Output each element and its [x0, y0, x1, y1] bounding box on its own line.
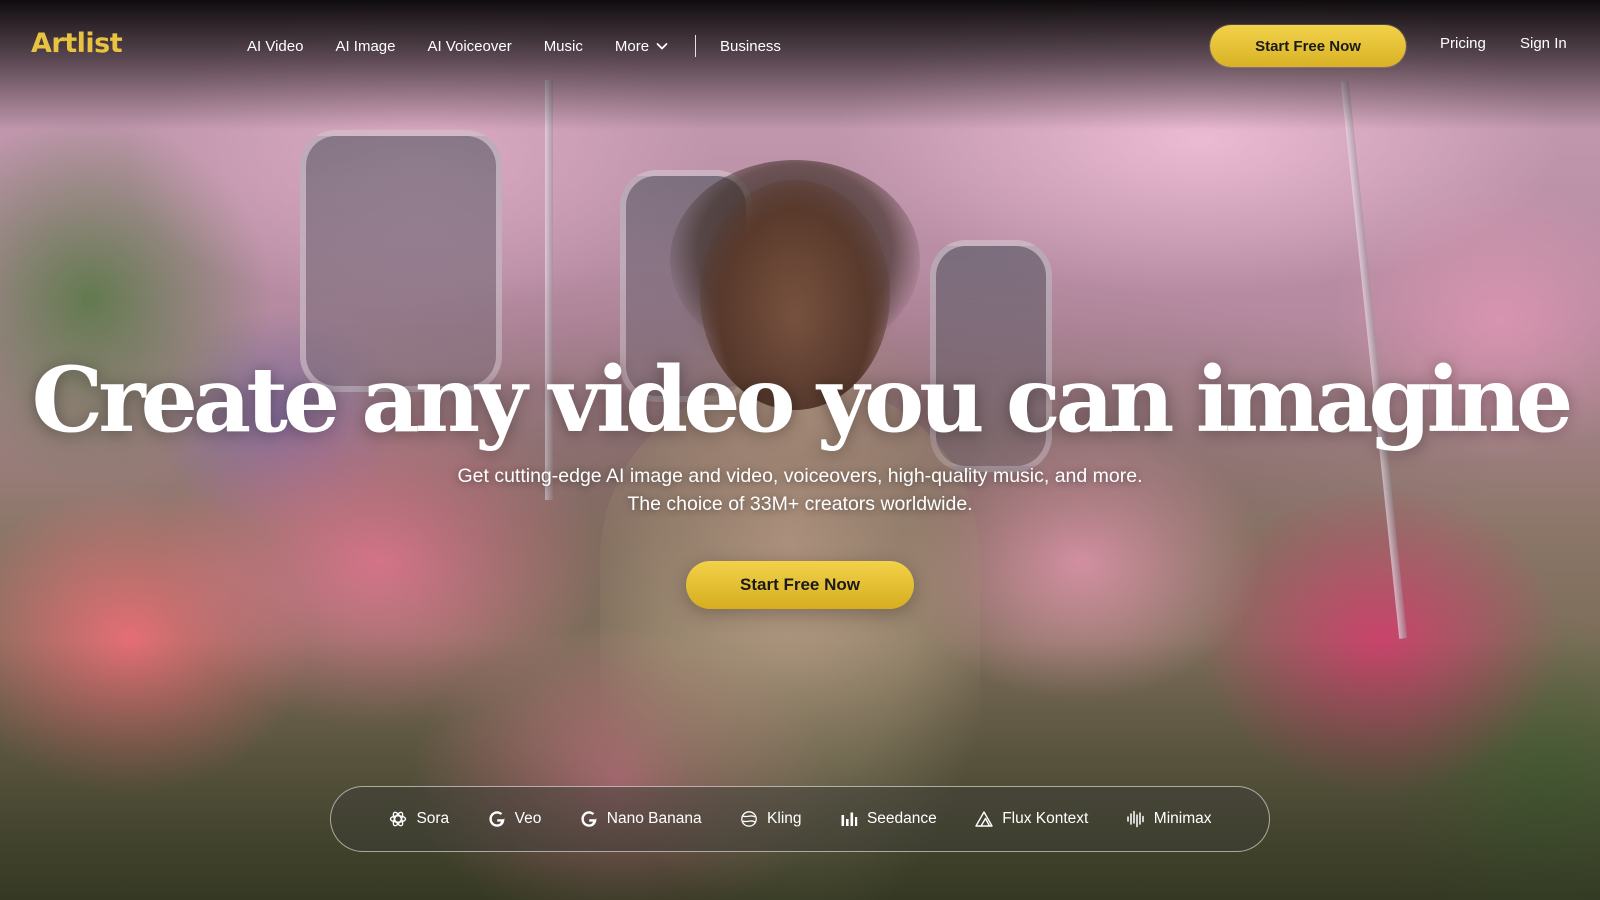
- hero-subtitle-line1: Get cutting-edge AI image and video, voi…: [457, 465, 1143, 487]
- model-veo[interactable]: Veo: [487, 809, 542, 829]
- google-g-icon: [581, 811, 597, 827]
- bar-chart-icon: [841, 812, 858, 826]
- model-label: Kling: [767, 810, 802, 827]
- google-g-icon: [489, 811, 505, 827]
- hero-subtitle-line2: The choice of 33M+ creators worldwide.: [627, 493, 973, 515]
- model-kling[interactable]: Kling: [739, 809, 802, 829]
- model-label: Veo: [514, 810, 542, 827]
- model-label: Seedance: [866, 810, 937, 827]
- model-seedance[interactable]: Seedance: [839, 809, 937, 829]
- hero-start-free-button[interactable]: Start Free Now: [686, 561, 914, 609]
- model-flux-kontext[interactable]: Flux Kontext: [974, 809, 1088, 829]
- artlist-logo[interactable]: Artlist: [31, 28, 123, 59]
- nav-link-ai-video[interactable]: AI Video: [247, 38, 303, 55]
- page: Artlist AI Video AI Image AI Voiceover M…: [0, 0, 1600, 900]
- nav-start-free-button[interactable]: Start Free Now: [1210, 25, 1406, 67]
- nav-link-more-label: More: [614, 37, 650, 55]
- triangle-icon: [975, 811, 993, 827]
- nav-link-ai-image[interactable]: AI Image: [335, 38, 395, 55]
- model-label: Flux Kontext: [1002, 810, 1089, 827]
- waveform-icon: [1127, 810, 1144, 828]
- ai-model-bar: Sora Veo Nano Banana Kling Seedance Flux…: [330, 786, 1270, 852]
- nav-link-ai-voiceover[interactable]: AI Voiceover: [427, 38, 511, 55]
- nav-link-pricing[interactable]: Pricing: [1440, 35, 1486, 52]
- hero-title: Create any video you can imagine: [31, 347, 1574, 453]
- nav-link-sign-in[interactable]: Sign In: [1520, 35, 1567, 52]
- model-label: Minimax: [1153, 810, 1212, 827]
- kling-icon: [741, 811, 757, 827]
- nav-links: AI Video AI Image AI Voiceover Music Mor…: [247, 35, 813, 57]
- chevron-down-icon: [656, 43, 668, 50]
- model-nano-banana[interactable]: Nano Banana: [579, 809, 702, 829]
- nav-link-music[interactable]: Music: [544, 38, 583, 55]
- nav-link-business[interactable]: Business: [720, 38, 781, 55]
- top-navigation: Artlist AI Video AI Image AI Voiceover M…: [0, 0, 1600, 90]
- model-label: Sora: [416, 810, 450, 827]
- nav-divider: [695, 35, 697, 57]
- nav-link-more[interactable]: More: [615, 38, 669, 55]
- model-minimax[interactable]: Minimax: [1126, 809, 1212, 829]
- model-label: Nano Banana: [606, 810, 702, 827]
- model-sora[interactable]: Sora: [388, 809, 449, 829]
- openai-icon: [390, 811, 407, 827]
